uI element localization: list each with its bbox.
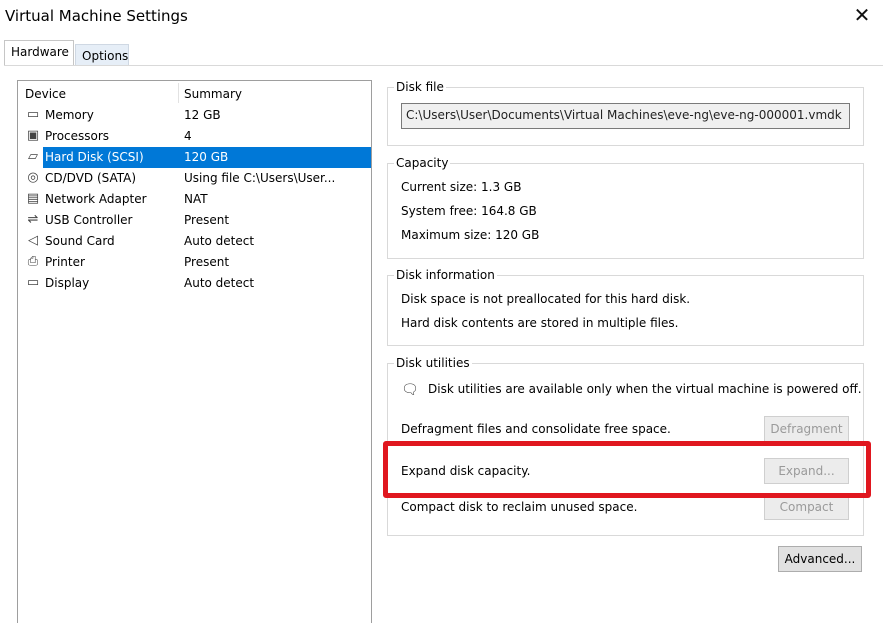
current-size-text: Current size: 1.3 GB (401, 180, 522, 194)
device-list-header: Device Summary (18, 81, 371, 105)
utilities-notice-text: Disk utilities are available only when t… (428, 382, 862, 396)
device-summary: Present (184, 255, 230, 269)
title-bar: Virtual Machine Settings ✕ (0, 0, 883, 32)
device-summary: 4 (184, 129, 192, 143)
device-summary: Using file C:\Users\User... (184, 171, 336, 185)
processor-icon: ▣ (26, 128, 40, 143)
defragment-button[interactable]: Defragment (764, 416, 849, 442)
advanced-button[interactable]: Advanced... (778, 546, 862, 572)
device-row-memory[interactable]: ▭ Memory 12 GB (18, 105, 371, 126)
device-name: CD/DVD (SATA) (45, 171, 137, 185)
storage-text: Hard disk contents are stored in multipl… (401, 316, 679, 330)
device-row-cd-dvd[interactable]: ◎ CD/DVD (SATA) Using file C:\Users\User… (18, 168, 371, 189)
close-icon[interactable]: ✕ (851, 4, 873, 26)
column-header-summary[interactable]: Summary (184, 87, 242, 101)
device-summary: Auto detect (184, 234, 255, 248)
device-row-processors[interactable]: ▣ Processors 4 (18, 126, 371, 147)
tab-options[interactable]: Options (75, 44, 129, 66)
system-free-text: System free: 164.8 GB (401, 204, 537, 218)
device-name: Display (45, 276, 90, 290)
cd-dvd-icon: ◎ (27, 170, 39, 185)
device-summary: 120 GB (184, 150, 229, 164)
device-name: Memory (45, 108, 94, 122)
capacity-legend: Capacity (396, 156, 449, 170)
disk-utilities-legend: Disk utilities (396, 356, 470, 370)
tab-hardware[interactable]: Hardware (4, 40, 74, 66)
usb-icon: ⇌ (27, 212, 39, 227)
device-summary: Auto detect (184, 276, 255, 290)
info-icon: 🗨 (401, 382, 419, 398)
device-row-sound-card[interactable]: ◁ Sound Card Auto detect (18, 231, 371, 252)
disk-information-group: Disk information (387, 268, 864, 346)
device-summary: 12 GB (184, 108, 221, 122)
printer-icon: ⎙ (27, 254, 39, 269)
sound-card-icon: ◁ (28, 233, 38, 248)
disk-file-path-field[interactable]: C:\Users\User\Documents\Virtual Machines… (401, 103, 850, 129)
device-name: USB Controller (45, 213, 133, 227)
device-summary: NAT (184, 192, 208, 206)
device-name: Printer (45, 255, 85, 269)
column-separator (178, 83, 179, 103)
device-list[interactable]: Device Summary ▭ Memory 12 GB ▣ Processo… (17, 80, 372, 623)
preallocation-text: Disk space is not preallocated for this … (401, 292, 691, 306)
hard-disk-icon: ▱ (28, 149, 38, 164)
device-row-printer[interactable]: ⎙ Printer Present (18, 252, 371, 273)
device-row-usb-controller[interactable]: ⇌ USB Controller Present (18, 210, 371, 231)
window-title: Virtual Machine Settings (5, 7, 188, 25)
network-adapter-icon: ▤ (26, 191, 40, 206)
device-row-display[interactable]: ▭ Display Auto detect (18, 273, 371, 294)
compact-text: Compact disk to reclaim unused space. (401, 500, 638, 514)
device-name: Network Adapter (45, 192, 147, 206)
device-name: Processors (45, 129, 110, 143)
disk-information-legend: Disk information (396, 268, 495, 282)
column-header-device[interactable]: Device (25, 87, 66, 101)
display-icon: ▭ (26, 275, 40, 290)
device-name: Sound Card (45, 234, 115, 248)
device-row-network-adapter[interactable]: ▤ Network Adapter NAT (18, 189, 371, 210)
memory-icon: ▭ (26, 107, 40, 122)
device-name: Hard Disk (SCSI) (45, 150, 144, 164)
maximum-size-text: Maximum size: 120 GB (401, 228, 540, 242)
defragment-text: Defragment files and consolidate free sp… (401, 422, 671, 436)
disk-file-legend: Disk file (396, 80, 444, 94)
annotation-highlight-box (383, 441, 871, 498)
device-summary: Present (184, 213, 230, 227)
device-row-hard-disk[interactable]: ▱ Hard Disk (SCSI) 120 GB (18, 147, 371, 168)
